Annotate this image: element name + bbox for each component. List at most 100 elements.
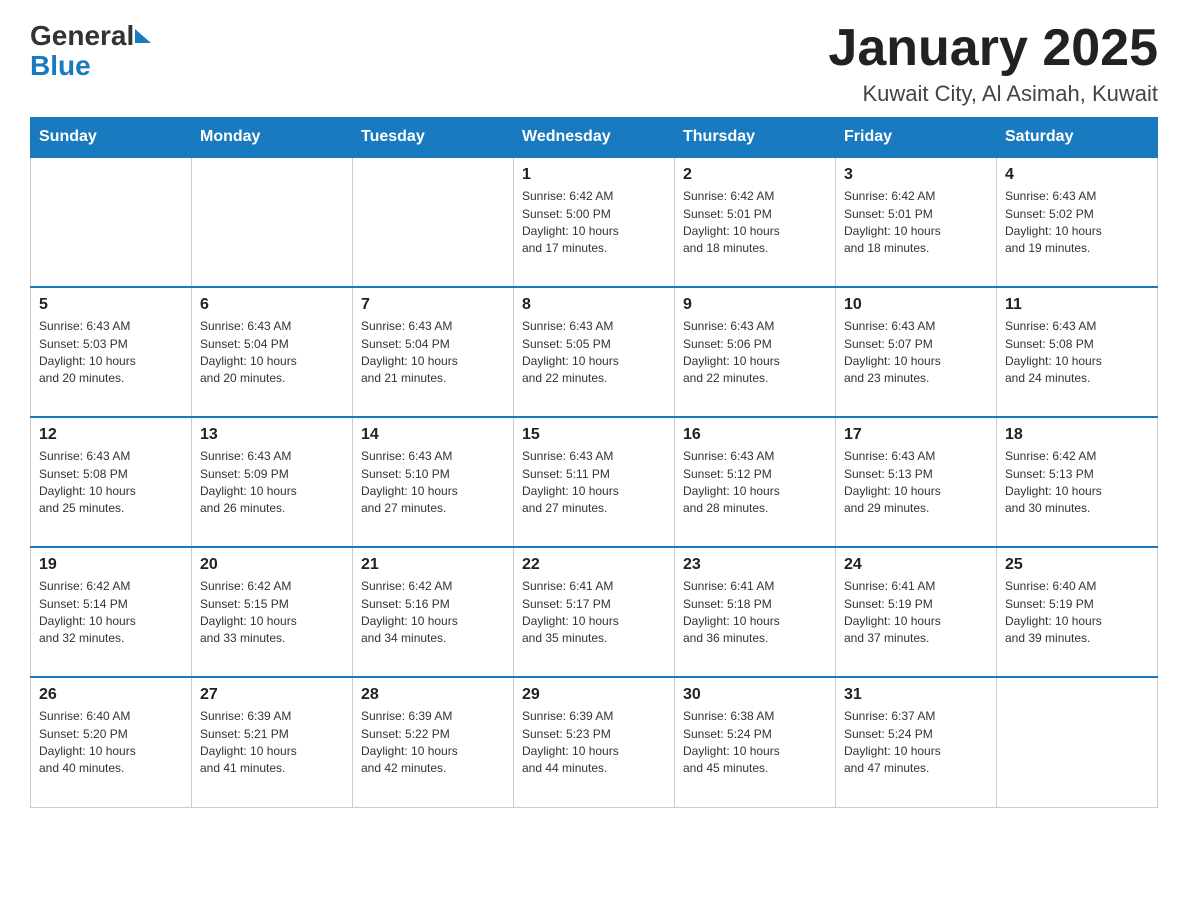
location-title: Kuwait City, Al Asimah, Kuwait [828, 81, 1158, 107]
calendar-cell: 18Sunrise: 6:42 AM Sunset: 5:13 PM Dayli… [997, 417, 1158, 547]
day-number: 19 [39, 556, 183, 574]
calendar-cell: 26 Sunrise: 6:40 AM Sunset: 5:20 PM Dayli… [31, 677, 192, 807]
day-number: 7 [361, 296, 505, 314]
calendar-header-saturday: Saturday [997, 118, 1158, 158]
day-number: 6 [200, 296, 344, 314]
calendar-header-friday: Friday [836, 118, 997, 158]
logo-general-text: General [30, 20, 134, 52]
calendar-header-sunday: Sunday [31, 118, 192, 158]
calendar-header-wednesday: Wednesday [514, 118, 675, 158]
calendar-header-tuesday: Tuesday [353, 118, 514, 158]
day-number: 10 [844, 296, 988, 314]
day-number: 31 [844, 686, 988, 704]
day-number: 17 [844, 426, 988, 444]
calendar-cell: 28Sunrise: 6:39 AM Sunset: 5:22 PM Dayli… [353, 677, 514, 807]
day-number: 30 [683, 686, 827, 704]
title-section: January 2025 Kuwait City, Al Asimah, Kuw… [828, 20, 1158, 107]
day-number: 28 [361, 686, 505, 704]
calendar-cell: 5 Sunrise: 6:43 AM Sunset: 5:03 PM Daylig… [31, 287, 192, 417]
day-number: 9 [683, 296, 827, 314]
calendar-cell: 30 Sunrise: 6:38 AM Sunset: 5:24 PM Dayli… [675, 677, 836, 807]
day-number: 3 [844, 166, 988, 184]
day-info: Sunrise: 6:42 AM Sunset: 5:01 PM Dayligh… [844, 188, 988, 258]
calendar-cell: 4 Sunrise: 6:43 AM Sunset: 5:02 PM Daylig… [997, 157, 1158, 287]
day-info: Sunrise: 6:43 AM Sunset: 5:08 PM Dayligh… [39, 448, 183, 518]
day-info: Sunrise: 6:40 AM Sunset: 5:20 PM Dayligh… [39, 708, 183, 778]
calendar-cell: 31 Sunrise: 6:37 AM Sunset: 5:24 PM Dayli… [836, 677, 997, 807]
calendar-cell: 1Sunrise: 6:42 AM Sunset: 5:00 PM Daylig… [514, 157, 675, 287]
calendar-cell [31, 157, 192, 287]
day-number: 24 [844, 556, 988, 574]
calendar-week-row: 1Sunrise: 6:42 AM Sunset: 5:00 PM Daylig… [31, 157, 1158, 287]
day-number: 16 [683, 426, 827, 444]
day-info: Sunrise: 6:43 AM Sunset: 5:04 PM Dayligh… [361, 318, 505, 388]
calendar-header-thursday: Thursday [675, 118, 836, 158]
day-info: Sunrise: 6:42 AM Sunset: 5:00 PM Dayligh… [522, 188, 666, 258]
day-info: Sunrise: 6:43 AM Sunset: 5:06 PM Dayligh… [683, 318, 827, 388]
day-number: 5 [39, 296, 183, 314]
calendar-cell: 25Sunrise: 6:40 AM Sunset: 5:19 PM Dayli… [997, 547, 1158, 677]
day-info: Sunrise: 6:39 AM Sunset: 5:21 PM Dayligh… [200, 708, 344, 778]
calendar-cell: 21 Sunrise: 6:42 AM Sunset: 5:16 PM Dayli… [353, 547, 514, 677]
calendar-cell: 9 Sunrise: 6:43 AM Sunset: 5:06 PM Daylig… [675, 287, 836, 417]
day-number: 4 [1005, 166, 1149, 184]
day-info: Sunrise: 6:43 AM Sunset: 5:13 PM Dayligh… [844, 448, 988, 518]
calendar-cell: 19 Sunrise: 6:42 AM Sunset: 5:14 PM Dayli… [31, 547, 192, 677]
day-info: Sunrise: 6:40 AM Sunset: 5:19 PM Dayligh… [1005, 578, 1149, 648]
day-number: 21 [361, 556, 505, 574]
day-number: 26 [39, 686, 183, 704]
day-info: Sunrise: 6:42 AM Sunset: 5:01 PM Dayligh… [683, 188, 827, 258]
day-number: 13 [200, 426, 344, 444]
day-info: Sunrise: 6:39 AM Sunset: 5:23 PM Dayligh… [522, 708, 666, 778]
calendar-cell: 7 Sunrise: 6:43 AM Sunset: 5:04 PM Daylig… [353, 287, 514, 417]
day-info: Sunrise: 6:42 AM Sunset: 5:14 PM Dayligh… [39, 578, 183, 648]
calendar-week-row: 26 Sunrise: 6:40 AM Sunset: 5:20 PM Dayli… [31, 677, 1158, 807]
day-info: Sunrise: 6:43 AM Sunset: 5:10 PM Dayligh… [361, 448, 505, 518]
day-info: Sunrise: 6:43 AM Sunset: 5:07 PM Dayligh… [844, 318, 988, 388]
day-info: Sunrise: 6:41 AM Sunset: 5:17 PM Dayligh… [522, 578, 666, 648]
day-info: Sunrise: 6:43 AM Sunset: 5:03 PM Dayligh… [39, 318, 183, 388]
calendar-cell: 13 Sunrise: 6:43 AM Sunset: 5:09 PM Dayli… [192, 417, 353, 547]
calendar-cell: 6Sunrise: 6:43 AM Sunset: 5:04 PM Daylig… [192, 287, 353, 417]
day-info: Sunrise: 6:38 AM Sunset: 5:24 PM Dayligh… [683, 708, 827, 778]
day-info: Sunrise: 6:43 AM Sunset: 5:12 PM Dayligh… [683, 448, 827, 518]
day-info: Sunrise: 6:43 AM Sunset: 5:02 PM Dayligh… [1005, 188, 1149, 258]
day-info: Sunrise: 6:41 AM Sunset: 5:19 PM Dayligh… [844, 578, 988, 648]
day-info: Sunrise: 6:41 AM Sunset: 5:18 PM Dayligh… [683, 578, 827, 648]
calendar-cell: 12 Sunrise: 6:43 AM Sunset: 5:08 PM Dayli… [31, 417, 192, 547]
calendar-cell: 17 Sunrise: 6:43 AM Sunset: 5:13 PM Dayli… [836, 417, 997, 547]
day-number: 23 [683, 556, 827, 574]
day-number: 29 [522, 686, 666, 704]
calendar-table: SundayMondayTuesdayWednesdayThursdayFrid… [30, 117, 1158, 808]
logo: General Blue [30, 20, 151, 80]
calendar-cell: 16 Sunrise: 6:43 AM Sunset: 5:12 PM Dayli… [675, 417, 836, 547]
calendar-cell [353, 157, 514, 287]
calendar-cell: 2 Sunrise: 6:42 AM Sunset: 5:01 PM Daylig… [675, 157, 836, 287]
day-number: 12 [39, 426, 183, 444]
day-info: Sunrise: 6:43 AM Sunset: 5:11 PM Dayligh… [522, 448, 666, 518]
day-info: Sunrise: 6:43 AM Sunset: 5:08 PM Dayligh… [1005, 318, 1149, 388]
day-number: 27 [200, 686, 344, 704]
day-info: Sunrise: 6:43 AM Sunset: 5:09 PM Dayligh… [200, 448, 344, 518]
calendar-cell: 23 Sunrise: 6:41 AM Sunset: 5:18 PM Dayli… [675, 547, 836, 677]
day-info: Sunrise: 6:37 AM Sunset: 5:24 PM Dayligh… [844, 708, 988, 778]
calendar-week-row: 5 Sunrise: 6:43 AM Sunset: 5:03 PM Daylig… [31, 287, 1158, 417]
day-info: Sunrise: 6:43 AM Sunset: 5:05 PM Dayligh… [522, 318, 666, 388]
month-title: January 2025 [828, 20, 1158, 77]
day-number: 14 [361, 426, 505, 444]
day-number: 11 [1005, 296, 1149, 314]
day-number: 18 [1005, 426, 1149, 444]
calendar-cell: 8Sunrise: 6:43 AM Sunset: 5:05 PM Daylig… [514, 287, 675, 417]
day-number: 2 [683, 166, 827, 184]
day-info: Sunrise: 6:42 AM Sunset: 5:16 PM Dayligh… [361, 578, 505, 648]
logo-triangle-icon [135, 29, 151, 43]
day-number: 22 [522, 556, 666, 574]
calendar-cell: 24 Sunrise: 6:41 AM Sunset: 5:19 PM Dayli… [836, 547, 997, 677]
day-number: 20 [200, 556, 344, 574]
calendar-cell: 10 Sunrise: 6:43 AM Sunset: 5:07 PM Dayli… [836, 287, 997, 417]
calendar-header-row: SundayMondayTuesdayWednesdayThursdayFrid… [31, 118, 1158, 158]
calendar-cell: 29 Sunrise: 6:39 AM Sunset: 5:23 PM Dayli… [514, 677, 675, 807]
calendar-cell: 15Sunrise: 6:43 AM Sunset: 5:11 PM Dayli… [514, 417, 675, 547]
calendar-cell: 27 Sunrise: 6:39 AM Sunset: 5:21 PM Dayli… [192, 677, 353, 807]
page-header: General Blue January 2025 Kuwait City, A… [30, 20, 1158, 107]
